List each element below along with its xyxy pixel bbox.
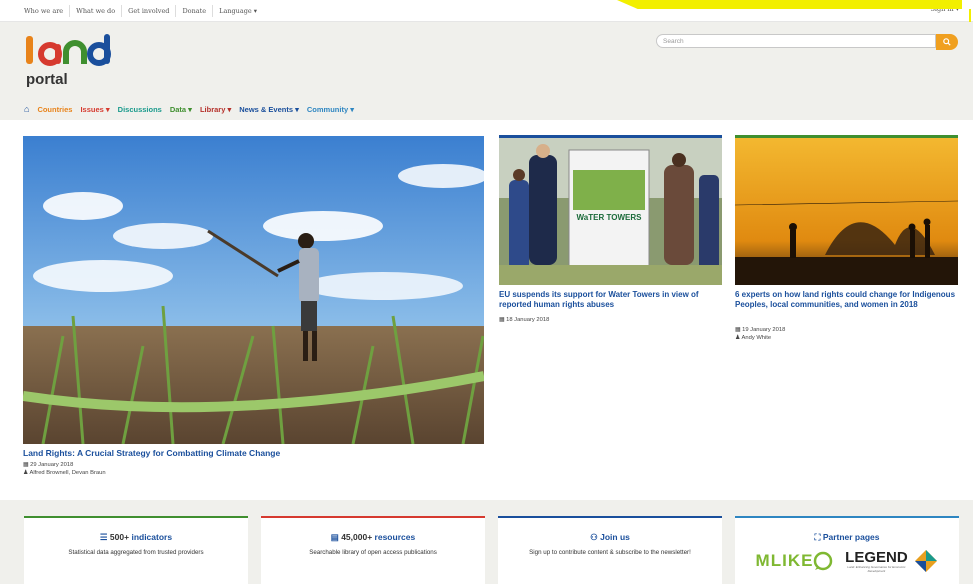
indicators-sub: Statistical data aggregated from trusted… [68,549,204,556]
legend-text: LEGEND [845,548,908,566]
card-image-water-towers[interactable]: WaTER TOWERS [499,135,722,285]
nav-data[interactable]: Data ▾ [170,105,192,114]
hero-article-title[interactable]: Land Rights: A Crucial Strategy for Comb… [23,448,280,458]
search-input[interactable]: Search [656,34,936,48]
search-button[interactable] [936,34,958,50]
card-date-text: 18 January 2018 [506,317,550,323]
card-image-experts[interactable] [735,135,958,285]
stat-partner-pages[interactable]: ⛶ Partner pages MLIKE LEGEND Land: Enhan… [735,516,959,586]
mliko-logo[interactable]: MLIKE [756,551,834,571]
hero-authors-text: Alfred Brownell, Devan Braun [29,470,106,476]
resources-count: 45,000+ [341,532,373,542]
card-title-water-towers[interactable]: EU suspends its support for Water Towers… [499,290,722,309]
nav-community[interactable]: Community ▾ [307,105,354,114]
land-portal-logo[interactable]: portal [24,32,114,87]
stat-indicators[interactable]: ☰ 500+ indicators Statistical data aggre… [24,516,248,586]
card-date-water-towers: ▦ 18 January 2018 [499,317,549,323]
indicators-label: indicators [131,532,173,542]
card-date-text-2: 19 January 2018 [742,327,786,333]
link-donate[interactable]: Donate [176,4,214,17]
link-get-involved[interactable]: Get involved [122,4,177,17]
partner-pages-label: Partner pages [822,532,880,542]
join-us-sub: Sign up to contribute content & subscrib… [529,549,691,556]
svg-text:portal: portal [26,71,68,87]
decorative-yellow-band [617,0,962,9]
search-icon [943,38,951,46]
legend-logo[interactable]: LEGEND Land: Enhancing Governance for Ec… [841,549,938,573]
calendar-icon: ▦ [499,317,505,323]
card-author-text: Andy White [741,335,772,341]
main-nav: ⌂ Countries Issues ▾ Discussions Data ▾ … [24,100,362,118]
database-icon: ☰ [99,532,108,542]
utility-links: Who we are What we do Get involved Donat… [18,0,263,21]
sitemap-icon: ⛶ [814,532,821,542]
nav-issues[interactable]: Issues ▾ [80,105,109,114]
stat-resources[interactable]: ▤ 45,000+ resources Searchable library o… [261,516,485,586]
hero-authors: ♟ Alfred Brownell, Devan Braun [23,470,106,476]
nav-news-events[interactable]: News & Events ▾ [239,105,299,114]
hero-date-text: 29 January 2018 [30,462,74,468]
user-icon: ♟ [23,470,29,476]
nav-library[interactable]: Library ▾ [200,105,231,114]
hero-image[interactable] [23,136,484,444]
resources-sub: Searchable library of open access public… [309,549,437,556]
link-what-we-do[interactable]: What we do [70,4,123,17]
nav-discussions[interactable]: Discussions [118,105,162,114]
language-dropdown[interactable]: Language ▾ [213,5,263,17]
home-icon[interactable]: ⌂ [24,104,29,114]
mliko-o-icon [814,551,833,571]
document-icon: ▤ [330,532,339,542]
resources-label: resources [374,532,416,542]
join-us-label: Join us [600,532,630,542]
card-date-experts: ▦ 19 January 2018 [735,327,785,333]
calendar-icon: ▦ [23,462,29,468]
stat-join-us[interactable]: ⚇ Join us Sign up to contribute content … [498,516,722,586]
legend-subtext: Land: Enhancing Governance for Economic … [847,564,906,573]
legend-diamond-icon [915,550,938,572]
sign-text: WaTER TOWERS [577,213,643,222]
card-title-experts[interactable]: 6 experts on how land rights could chang… [735,290,958,309]
site-header: portal Search ⌂ Countries Issues ▾ Discu… [0,22,973,120]
indicators-count: 500+ [109,532,130,542]
card-author-experts: ♟ Andy White [735,335,771,341]
calendar-icon: ▦ [735,327,741,333]
hero-date: ▦ 29 January 2018 [23,462,73,468]
user-icon: ♟ [735,335,741,341]
nav-countries[interactable]: Countries [37,105,72,114]
users-icon: ⚇ [590,532,598,542]
link-who-we-are[interactable]: Who we are [18,4,71,17]
mliko-text: MLIKE [755,551,814,570]
